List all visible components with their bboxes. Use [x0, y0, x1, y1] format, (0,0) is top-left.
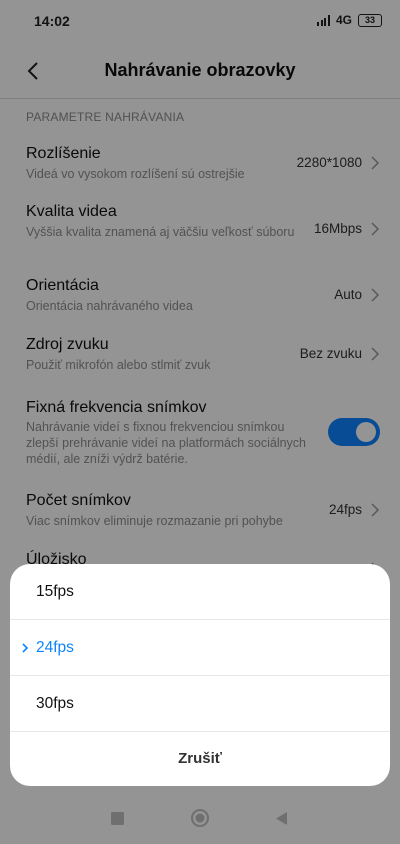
square-icon: [110, 811, 124, 825]
option-15fps[interactable]: 15fps: [10, 564, 390, 620]
home-button[interactable]: [190, 808, 210, 828]
option-label: 24fps: [36, 639, 74, 656]
back-nav-button[interactable]: [271, 808, 291, 828]
selected-chevron-icon: [22, 643, 29, 653]
frame-rate-picker: 15fps 24fps 30fps Zrušiť: [10, 564, 390, 786]
option-label: 30fps: [36, 695, 74, 712]
triangle-back-icon: [275, 811, 287, 825]
option-30fps[interactable]: 30fps: [10, 676, 390, 732]
recents-button[interactable]: [107, 808, 127, 828]
option-label: 15fps: [36, 583, 74, 600]
navigation-bar: [0, 790, 400, 844]
circle-icon: [191, 809, 209, 827]
settings-screen: 14:02 4G 33 Nahrávanie obrazovky PARAMET…: [0, 0, 400, 844]
cancel-button[interactable]: Zrušiť: [10, 732, 390, 786]
option-24fps[interactable]: 24fps: [10, 620, 390, 676]
